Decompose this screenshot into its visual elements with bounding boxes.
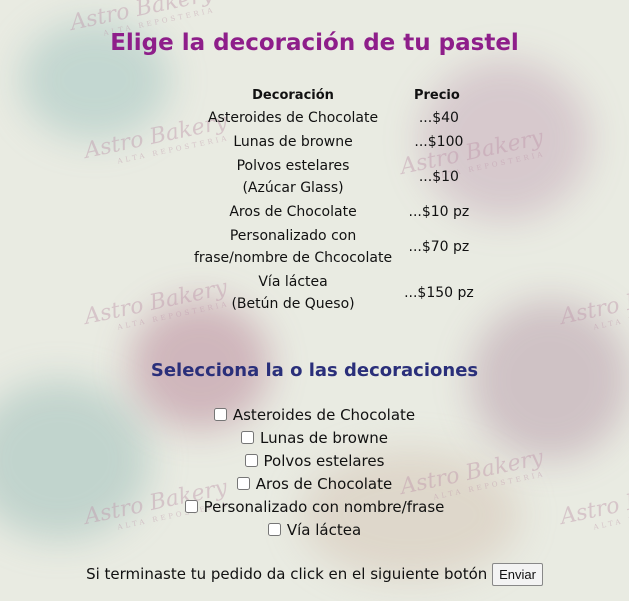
column-header-decoration: Decoración: [252, 87, 334, 103]
option-aros[interactable]: Aros de Chocolate: [0, 473, 629, 496]
option-asteroides[interactable]: Asteroides de Chocolate: [0, 404, 629, 427]
decoration-name: Asteroides de Chocolate: [207, 110, 379, 126]
checkbox-via-lactea[interactable]: [267, 523, 281, 536]
checkbox-polvos[interactable]: [244, 454, 258, 467]
decoration-name: Vía láctea (Betún de Queso): [231, 274, 355, 312]
submit-instruction: Si terminaste tu pedido da click en el s…: [86, 565, 488, 583]
decoration-price: ...$70 pz: [408, 239, 470, 255]
checkbox-aros[interactable]: [236, 477, 250, 490]
decoration-price: ...$10: [418, 169, 459, 185]
table-row: Aros de Chocolate ...$10 pz: [190, 200, 478, 224]
page-title: Elige la decoración de tu pastel: [110, 30, 519, 56]
submit-row: Si terminaste tu pedido da click en el s…: [0, 563, 629, 586]
table-row: Lunas de browne ...$100: [190, 130, 478, 154]
option-lunas[interactable]: Lunas de browne: [0, 427, 629, 450]
decoration-name: Personalizado con frase/nombre de Chcocol…: [194, 228, 393, 266]
table-row: Vía láctea (Betún de Queso) ...$150 pz: [190, 270, 478, 316]
price-table: Decoración Precio Asteroides de Chocolat…: [190, 84, 478, 316]
selection-title: Selecciona la o las decoraciones: [150, 360, 479, 381]
table-header-row: Decoración Precio: [190, 84, 478, 106]
decoration-price: ...$10 pz: [408, 204, 470, 220]
submit-button[interactable]: Enviar: [492, 563, 543, 586]
table-row: Polvos estelares (Azúcar Glass) ...$10: [190, 154, 478, 200]
decoration-name: Lunas de browne: [233, 134, 353, 150]
decoration-price: ...$40: [418, 110, 459, 126]
decoration-name: Aros de Chocolate: [229, 204, 357, 220]
checkbox-lunas[interactable]: [241, 431, 255, 444]
checkbox-asteroides[interactable]: [213, 408, 227, 421]
option-via-lactea[interactable]: Vía láctea: [0, 519, 629, 542]
table-row: Personalizado con frase/nombre de Chcocol…: [190, 224, 478, 270]
checkbox-personalizado[interactable]: [184, 500, 198, 513]
decoration-checklist: Asteroides de Chocolate Lunas de browne …: [0, 404, 629, 542]
option-polvos[interactable]: Polvos estelares: [0, 450, 629, 473]
column-header-price: Precio: [413, 87, 460, 103]
option-personalizado[interactable]: Personalizado con nombre/frase: [0, 496, 629, 519]
decoration-price: ...$150 pz: [404, 285, 474, 301]
decoration-name: Polvos estelares (Azúcar Glass): [236, 158, 350, 196]
table-row: Asteroides de Chocolate ...$40: [190, 106, 478, 130]
decoration-price: ...$100: [414, 134, 464, 150]
